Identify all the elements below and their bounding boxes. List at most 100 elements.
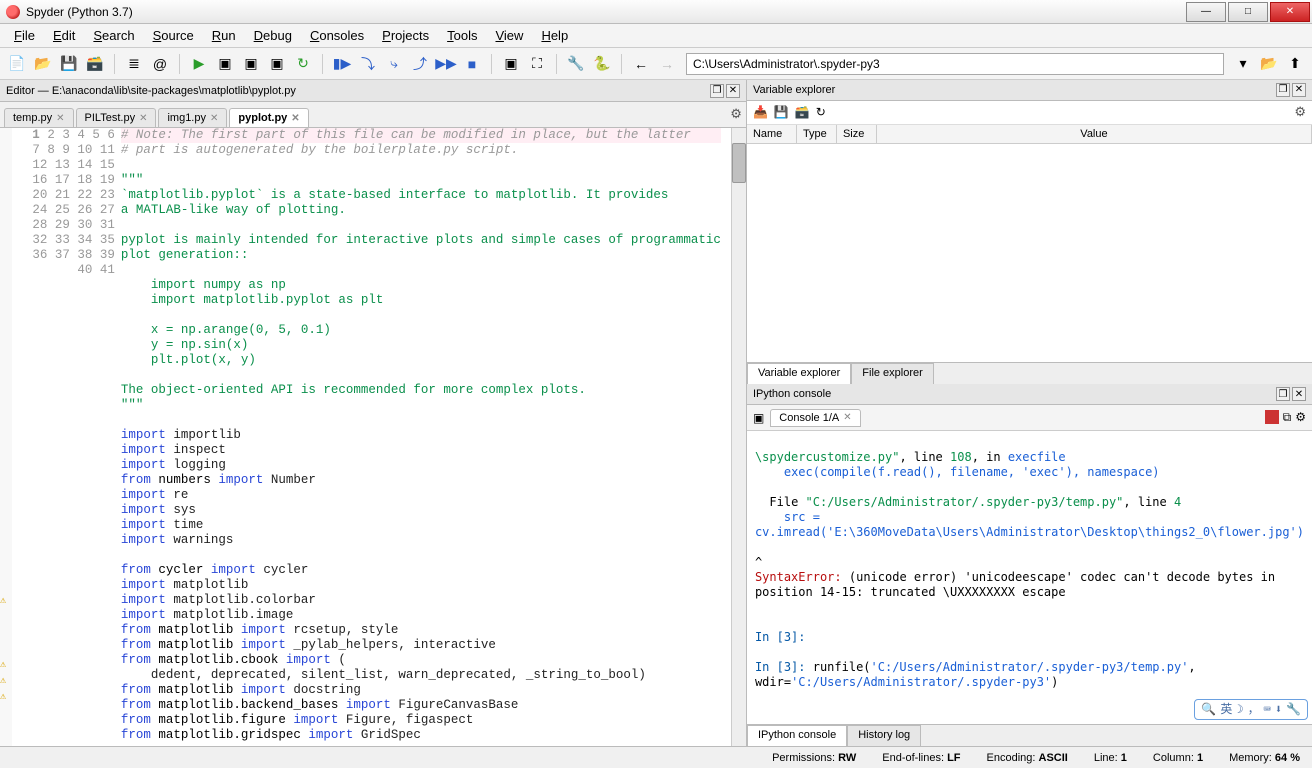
- menu-edit[interactable]: Edit: [45, 26, 83, 45]
- ime-kb-icon[interactable]: ⌨: [1264, 702, 1271, 717]
- varexp-title: Variable explorer ❐ ✕: [747, 80, 1312, 101]
- varexp-body[interactable]: [747, 144, 1312, 363]
- refresh-icon[interactable]: ↻: [816, 105, 826, 119]
- minimize-button[interactable]: —: [1186, 2, 1226, 22]
- ime-comma-icon[interactable]: ，: [1248, 702, 1260, 717]
- app-title: Spyder (Python 3.7): [26, 5, 133, 19]
- console-zoom-icon[interactable]: ⧉: [1283, 410, 1292, 425]
- console-tab[interactable]: Console 1/A ✕: [770, 409, 860, 427]
- run-cell-icon[interactable]: ▣: [214, 53, 236, 75]
- open-file-icon[interactable]: 📂: [32, 53, 54, 75]
- file-tab-PILTest-py[interactable]: PILTest.py✕: [76, 108, 157, 127]
- fullscreen-icon[interactable]: ⛶: [526, 53, 548, 75]
- tab-ipython-console[interactable]: IPython console: [747, 725, 847, 746]
- menu-projects[interactable]: Projects: [374, 26, 437, 45]
- new-file-icon[interactable]: 📄: [6, 53, 28, 75]
- titlebar: Spyder (Python 3.7) — □ ✕: [0, 0, 1312, 24]
- menubar: FileEditSearchSourceRunDebugConsolesProj…: [0, 24, 1312, 48]
- interrupt-icon[interactable]: [1265, 410, 1279, 424]
- undock-console-icon[interactable]: ❐: [1276, 387, 1290, 401]
- maximize-button[interactable]: □: [1228, 2, 1268, 22]
- console-bottom-tabs: IPython console History log: [747, 724, 1312, 746]
- pythonpath-icon[interactable]: 🐍: [591, 53, 613, 75]
- run-selection-icon[interactable]: ▣: [266, 53, 288, 75]
- back-icon[interactable]: ←: [630, 53, 652, 75]
- save-data-icon[interactable]: 💾: [774, 105, 789, 119]
- close-varexp-icon[interactable]: ✕: [1292, 83, 1306, 97]
- prefs-icon[interactable]: 🔧: [565, 53, 587, 75]
- tab-options-icon[interactable]: ⚙: [730, 106, 742, 122]
- debug-step-icon[interactable]: ▮▶: [331, 53, 353, 75]
- menu-tools[interactable]: Tools: [439, 26, 485, 45]
- ime-search-icon[interactable]: 🔍: [1201, 702, 1216, 717]
- file-tab-pyplot-py[interactable]: pyplot.py✕: [229, 108, 308, 127]
- menu-source[interactable]: Source: [145, 26, 202, 45]
- col-name[interactable]: Name: [747, 125, 797, 143]
- code-editor[interactable]: 1 2 3 4 5 6 7 8 9 10 11 12 13 14 15 16 1…: [0, 128, 746, 746]
- varexp-bottom-tabs: Variable explorer File explorer: [747, 362, 1312, 384]
- console-tab-label: Console 1/A: [779, 412, 839, 424]
- working-dir-input[interactable]: C:\Users\Administrator\.spyder-py3: [686, 53, 1224, 75]
- menu-file[interactable]: File: [6, 26, 43, 45]
- import-data-icon[interactable]: 📥: [753, 105, 768, 119]
- menu-run[interactable]: Run: [204, 26, 244, 45]
- console-browse-icon[interactable]: ▣: [753, 411, 764, 425]
- varexp-toolbar: 📥 💾 🗃️ ↻ ⚙: [747, 101, 1312, 125]
- undock-varexp-icon[interactable]: ❐: [1276, 83, 1290, 97]
- close-tab-icon[interactable]: ✕: [291, 113, 299, 124]
- file-tab-img1-py[interactable]: img1.py✕: [158, 108, 227, 127]
- editor-scrollbar[interactable]: [731, 128, 746, 746]
- col-value[interactable]: Value: [877, 125, 1312, 143]
- path-dropdown-icon[interactable]: ▾: [1232, 53, 1254, 75]
- ime-settings-icon[interactable]: 🔧: [1286, 702, 1301, 717]
- run-icon[interactable]: ▶: [188, 53, 210, 75]
- close-console-icon[interactable]: ✕: [1292, 387, 1306, 401]
- close-button[interactable]: ✕: [1270, 2, 1310, 22]
- at-icon[interactable]: @: [149, 53, 171, 75]
- editor-path-label: Editor — E:\anaconda\lib\site-packages\m…: [6, 85, 296, 97]
- console-output[interactable]: \spydercustomize.py", line 108, in execf…: [747, 431, 1312, 724]
- step-into-icon[interactable]: ⤷: [383, 53, 405, 75]
- console-options-icon[interactable]: ⚙: [1295, 410, 1306, 425]
- stop-icon[interactable]: ■: [461, 53, 483, 75]
- menu-view[interactable]: View: [487, 26, 531, 45]
- close-tab-icon[interactable]: ✕: [210, 113, 218, 124]
- browse-dir-icon[interactable]: 📂: [1258, 53, 1280, 75]
- maximize-pane-icon[interactable]: ▣: [500, 53, 522, 75]
- ime-moon-icon[interactable]: ☽: [1236, 702, 1243, 717]
- toolbar: 📄 📂 💾 🗃️ ≣ @ ▶ ▣ ▣ ▣ ↻ ▮▶ ⤵ ⤷ ⤴ ▶▶ ■ ▣ ⛶…: [0, 48, 1312, 80]
- parent-dir-icon[interactable]: ⬆: [1284, 53, 1306, 75]
- menu-help[interactable]: Help: [533, 26, 576, 45]
- ipython-label: IPython console: [753, 388, 831, 400]
- forward-icon[interactable]: →: [656, 53, 678, 75]
- save-icon[interactable]: 💾: [58, 53, 80, 75]
- close-tab-icon[interactable]: ✕: [139, 113, 147, 124]
- run-cell-advance-icon[interactable]: ▣: [240, 53, 262, 75]
- undock-icon[interactable]: ❐: [710, 84, 724, 98]
- close-pane-icon[interactable]: ✕: [726, 84, 740, 98]
- file-tab-temp-py[interactable]: temp.py✕: [4, 108, 74, 127]
- editor-pane-title: Editor — E:\anaconda\lib\site-packages\m…: [0, 80, 746, 102]
- close-tab-icon[interactable]: ✕: [56, 113, 64, 124]
- ime-lang[interactable]: 英: [1220, 702, 1232, 717]
- save-all-icon[interactable]: 🗃️: [84, 53, 106, 75]
- col-type[interactable]: Type: [797, 125, 837, 143]
- rerun-icon[interactable]: ↻: [292, 53, 314, 75]
- menu-search[interactable]: Search: [85, 26, 142, 45]
- tab-history-log[interactable]: History log: [847, 725, 921, 746]
- step-out-icon[interactable]: ⤴: [409, 53, 431, 75]
- tab-file-explorer[interactable]: File explorer: [851, 363, 934, 384]
- continue-icon[interactable]: ▶▶: [435, 53, 457, 75]
- menu-debug[interactable]: Debug: [246, 26, 300, 45]
- ime-bar[interactable]: 🔍 英 ☽ ， ⌨ ⬇ 🔧: [1194, 699, 1308, 720]
- save-data-as-icon[interactable]: 🗃️: [795, 105, 810, 119]
- varexp-options-icon[interactable]: ⚙: [1294, 104, 1306, 120]
- console-tab-close-icon[interactable]: ✕: [843, 412, 851, 423]
- varexp-label: Variable explorer: [753, 84, 835, 96]
- col-size[interactable]: Size: [837, 125, 877, 143]
- menu-consoles[interactable]: Consoles: [302, 26, 372, 45]
- ime-down-icon[interactable]: ⬇: [1275, 702, 1282, 717]
- tab-variable-explorer[interactable]: Variable explorer: [747, 363, 851, 384]
- list-icon[interactable]: ≣: [123, 53, 145, 75]
- step-over-icon[interactable]: ⤵: [357, 53, 379, 75]
